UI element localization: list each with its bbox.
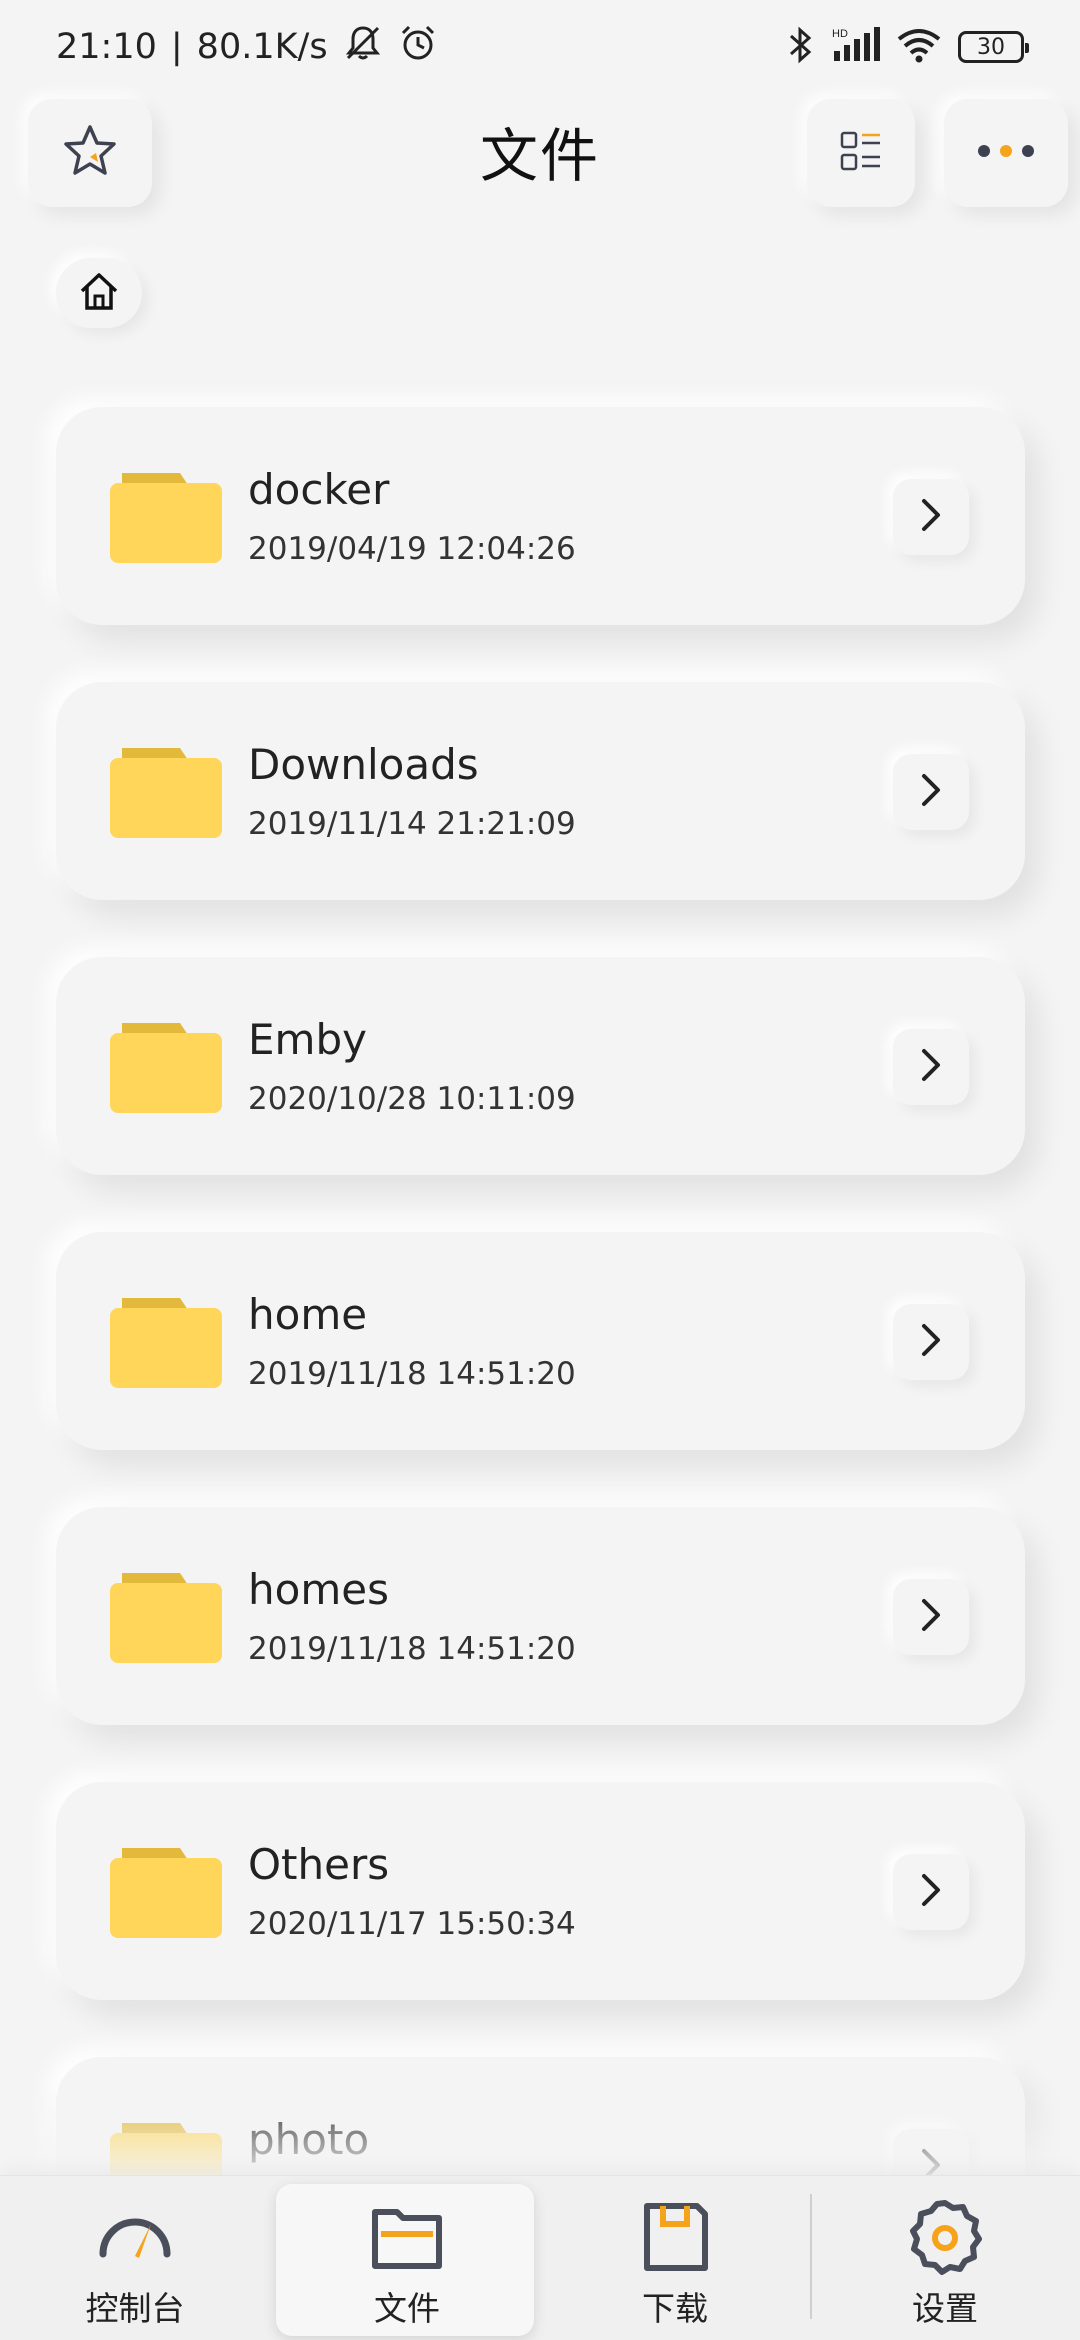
- page-title: 文件: [479, 122, 600, 190]
- status-left: 21:10 | 80.1K/s: [56, 22, 438, 72]
- folder-icon: [110, 2119, 222, 2175]
- folder-icon: [110, 1294, 222, 1388]
- nav-item-files[interactable]: 文件: [272, 2176, 542, 2340]
- folder-name: photo: [248, 2115, 370, 2164]
- breadcrumb-home-button[interactable]: [56, 258, 142, 328]
- folder-date: 2019/04/19 12:04:26: [248, 531, 576, 567]
- folder-date: 2020/11/17 15:50:34: [248, 1906, 576, 1942]
- folder-icon: [110, 469, 222, 563]
- status-time: 21:10: [56, 27, 157, 67]
- nav-label-settings: 设置: [912, 2289, 978, 2328]
- list-view-icon: [839, 129, 883, 177]
- bottom-nav: 控制台 文件 下载 设置: [0, 2175, 1080, 2340]
- chevron-right-icon: [916, 1320, 946, 1364]
- view-mode-button[interactable]: [807, 99, 915, 207]
- folder-icon: [272, 2198, 542, 2276]
- status-net-speed: 80.1K/s: [196, 27, 328, 67]
- chevron-right-icon: [916, 2145, 946, 2175]
- folder-name: home: [248, 1290, 368, 1339]
- chevron-right-icon: [916, 1595, 946, 1639]
- chevron-right-icon: [916, 1870, 946, 1914]
- status-right: HD 30: [788, 22, 1029, 72]
- folder-name: Others: [248, 1840, 390, 1889]
- nav-item-console[interactable]: 控制台: [0, 2176, 270, 2340]
- folder-row[interactable]: photo: [56, 2057, 1025, 2175]
- bluetooth-icon: [788, 25, 814, 69]
- battery-level: 30: [977, 34, 1005, 60]
- folder-icon: [110, 1844, 222, 1938]
- nav-label-download: 下载: [642, 2289, 708, 2328]
- open-folder-button[interactable]: [893, 754, 969, 830]
- open-folder-button[interactable]: [893, 479, 969, 555]
- folder-name: Downloads: [248, 740, 479, 789]
- open-folder-button[interactable]: [893, 1304, 969, 1380]
- folder-row[interactable]: Downloads 2019/11/14 21:21:09: [56, 682, 1025, 900]
- folder-name: homes: [248, 1565, 389, 1614]
- nav-label-console: 控制台: [85, 2289, 185, 2328]
- chevron-right-icon: [916, 495, 946, 539]
- nav-item-download[interactable]: 下载: [540, 2176, 810, 2340]
- folder-row[interactable]: home 2019/11/18 14:51:20: [56, 1232, 1025, 1450]
- folder-name: Emby: [248, 1015, 367, 1064]
- nav-item-settings[interactable]: 设置: [810, 2176, 1080, 2340]
- status-separator: |: [170, 27, 183, 67]
- more-button[interactable]: [944, 99, 1068, 207]
- gauge-icon: [0, 2198, 270, 2276]
- folder-date: 2020/10/28 10:11:09: [248, 1081, 576, 1117]
- folder-list: docker 2019/04/19 12:04:26 Downloads 2019/1…: [0, 355, 1080, 2175]
- mute-bell-icon: [342, 22, 384, 73]
- battery-icon: 30: [958, 31, 1029, 63]
- folder-date: 2019/11/18 14:51:20: [248, 1631, 576, 1667]
- folder-row[interactable]: homes 2019/11/18 14:51:20: [56, 1507, 1025, 1725]
- wifi-icon: [896, 25, 942, 69]
- folder-name: docker: [248, 465, 390, 514]
- nav-label-files: 文件: [374, 2289, 440, 2328]
- alarm-icon: [398, 23, 438, 72]
- folder-date: 2019/11/18 14:51:20: [248, 1356, 576, 1392]
- header: 文件: [0, 95, 1080, 215]
- open-folder-button[interactable]: [893, 1579, 969, 1655]
- open-folder-button[interactable]: [893, 1029, 969, 1105]
- folder-row[interactable]: docker 2019/04/19 12:04:26: [56, 407, 1025, 625]
- home-icon: [78, 270, 120, 316]
- open-folder-button[interactable]: [893, 1854, 969, 1930]
- chevron-right-icon: [916, 1045, 946, 1089]
- open-folder-button[interactable]: [893, 2129, 969, 2175]
- signal-icon: HD: [830, 25, 880, 69]
- chevron-right-icon: [916, 770, 946, 814]
- gear-icon: [810, 2198, 1080, 2276]
- more-dots-icon: [976, 141, 1036, 165]
- folder-icon: [110, 1569, 222, 1663]
- folder-date: 2019/11/14 21:21:09: [248, 806, 576, 842]
- folder-row[interactable]: Others 2020/11/17 15:50:34: [56, 1782, 1025, 2000]
- status-bar: 21:10 | 80.1K/s HD 30: [0, 0, 1080, 90]
- folder-row[interactable]: Emby 2020/10/28 10:11:09: [56, 957, 1025, 1175]
- folder-icon: [110, 744, 222, 838]
- svg-text:HD: HD: [832, 28, 848, 40]
- download-file-icon: [540, 2198, 810, 2276]
- folder-icon: [110, 1019, 222, 1113]
